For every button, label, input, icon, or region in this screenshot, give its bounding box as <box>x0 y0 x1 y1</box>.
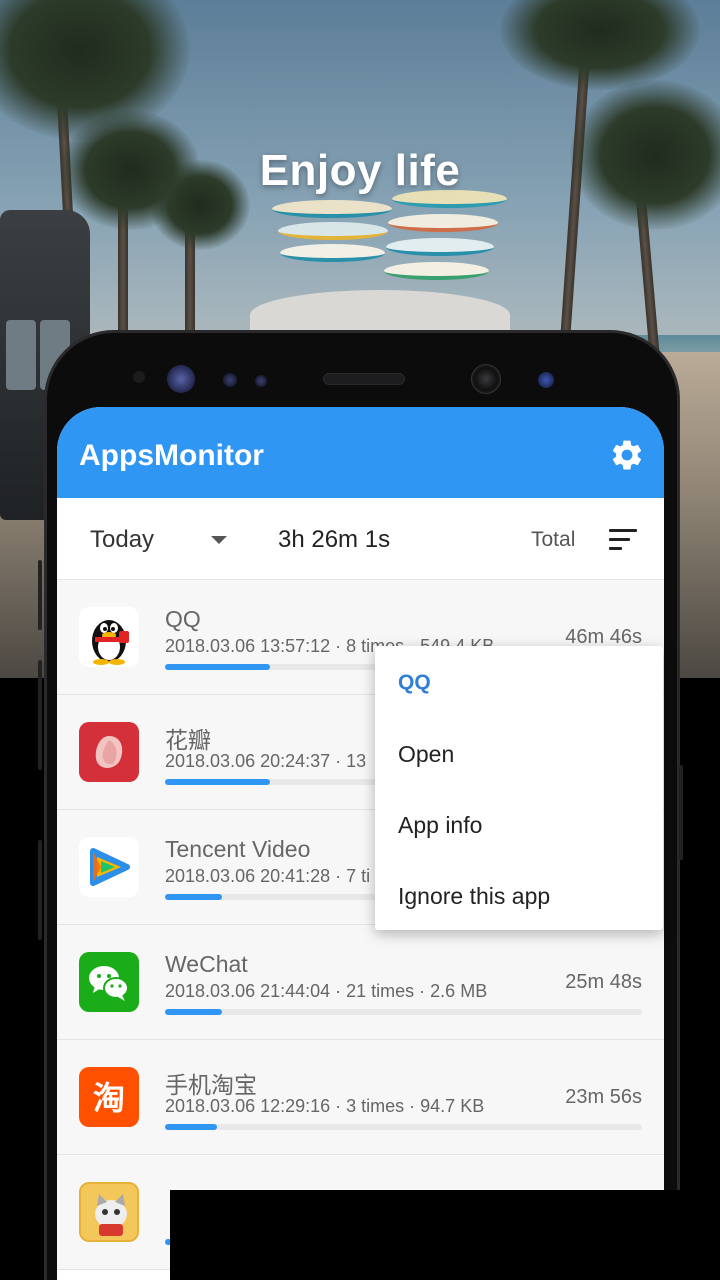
headline: Enjoy life <box>259 146 461 195</box>
menu-item-app-info[interactable]: App info <box>398 812 482 839</box>
taobao-icon: 淘 <box>79 1067 139 1127</box>
chevron-down-icon[interactable] <box>211 536 227 544</box>
app-meta: 2018.03.06 12:29:16 · 3 times · 94.7 KB <box>165 1096 485 1116</box>
iris-scanner-icon <box>167 365 195 393</box>
front-camera-icon <box>471 364 501 394</box>
filter-bar: Today 3h 26m 1s Total <box>57 498 664 580</box>
app-duration: 25m 48s <box>565 971 642 993</box>
cat-app-icon <box>79 1182 139 1242</box>
usage-bar-fill <box>165 664 270 670</box>
list-item[interactable]: 淘 手机淘宝 2018.03.06 12:29:16 · 3 times · 9… <box>57 1040 664 1155</box>
sort-label[interactable]: Total <box>531 528 575 552</box>
sensor-icon <box>223 373 237 387</box>
usage-bar-fill <box>165 1009 223 1015</box>
app-name: Tencent Video <box>165 836 311 862</box>
surfboard <box>386 238 494 256</box>
tencent-video-icon <box>79 837 139 897</box>
sort-icon[interactable] <box>609 529 637 551</box>
svg-text:淘: 淘 <box>93 1079 125 1117</box>
wechat-icon <box>79 952 139 1012</box>
app-title: AppsMonitor <box>79 439 264 472</box>
usage-bar-fill <box>165 1124 218 1130</box>
usage-bar-fill <box>165 894 223 900</box>
earpiece-speaker <box>323 373 405 385</box>
surfboard <box>388 214 498 232</box>
sensor-icon <box>133 371 145 383</box>
usage-bar-fill <box>165 779 270 785</box>
palm-leaves <box>500 0 700 90</box>
app-meta: 2018.03.06 20:24:37 · 13 <box>165 751 367 771</box>
app-meta: 2018.03.06 20:41:28 · 7 ti <box>165 866 371 886</box>
side-button <box>38 840 42 940</box>
app-duration: 23m 56s <box>565 1086 642 1108</box>
qq-icon <box>79 607 139 667</box>
power-button <box>679 765 683 860</box>
app-name: 手机淘宝 <box>165 1072 257 1098</box>
sensor-icon <box>255 375 267 387</box>
period-dropdown[interactable]: Today <box>90 526 154 554</box>
app-meta: 2018.03.06 21:44:04 · 21 times · 2.6 MB <box>165 981 488 1001</box>
app-name: QQ <box>165 606 201 632</box>
bixby-button <box>38 660 42 770</box>
context-menu: QQ Open App info Ignore this app <box>375 646 663 930</box>
context-menu-title: QQ <box>398 671 431 694</box>
sensor-icon <box>538 372 554 388</box>
surfboard <box>384 262 489 280</box>
surfboard <box>278 222 388 240</box>
app-bar: AppsMonitor <box>57 407 664 498</box>
usage-bar <box>165 1009 642 1015</box>
surfboard <box>272 200 392 218</box>
total-usage-time: 3h 26m 1s <box>278 526 391 553</box>
black-overlay <box>170 1190 720 1280</box>
app-name: 花瓣 <box>165 727 211 753</box>
usage-bar <box>165 1124 642 1130</box>
menu-item-ignore-app[interactable]: Ignore this app <box>398 883 550 910</box>
list-item[interactable]: WeChat 2018.03.06 21:44:04 · 21 times · … <box>57 925 664 1040</box>
surfboard <box>280 244 385 262</box>
gear-icon[interactable] <box>609 437 645 473</box>
app-name: WeChat <box>165 951 248 977</box>
menu-item-open[interactable]: Open <box>398 741 454 768</box>
huaban-icon <box>79 722 139 782</box>
volume-button <box>38 560 42 630</box>
